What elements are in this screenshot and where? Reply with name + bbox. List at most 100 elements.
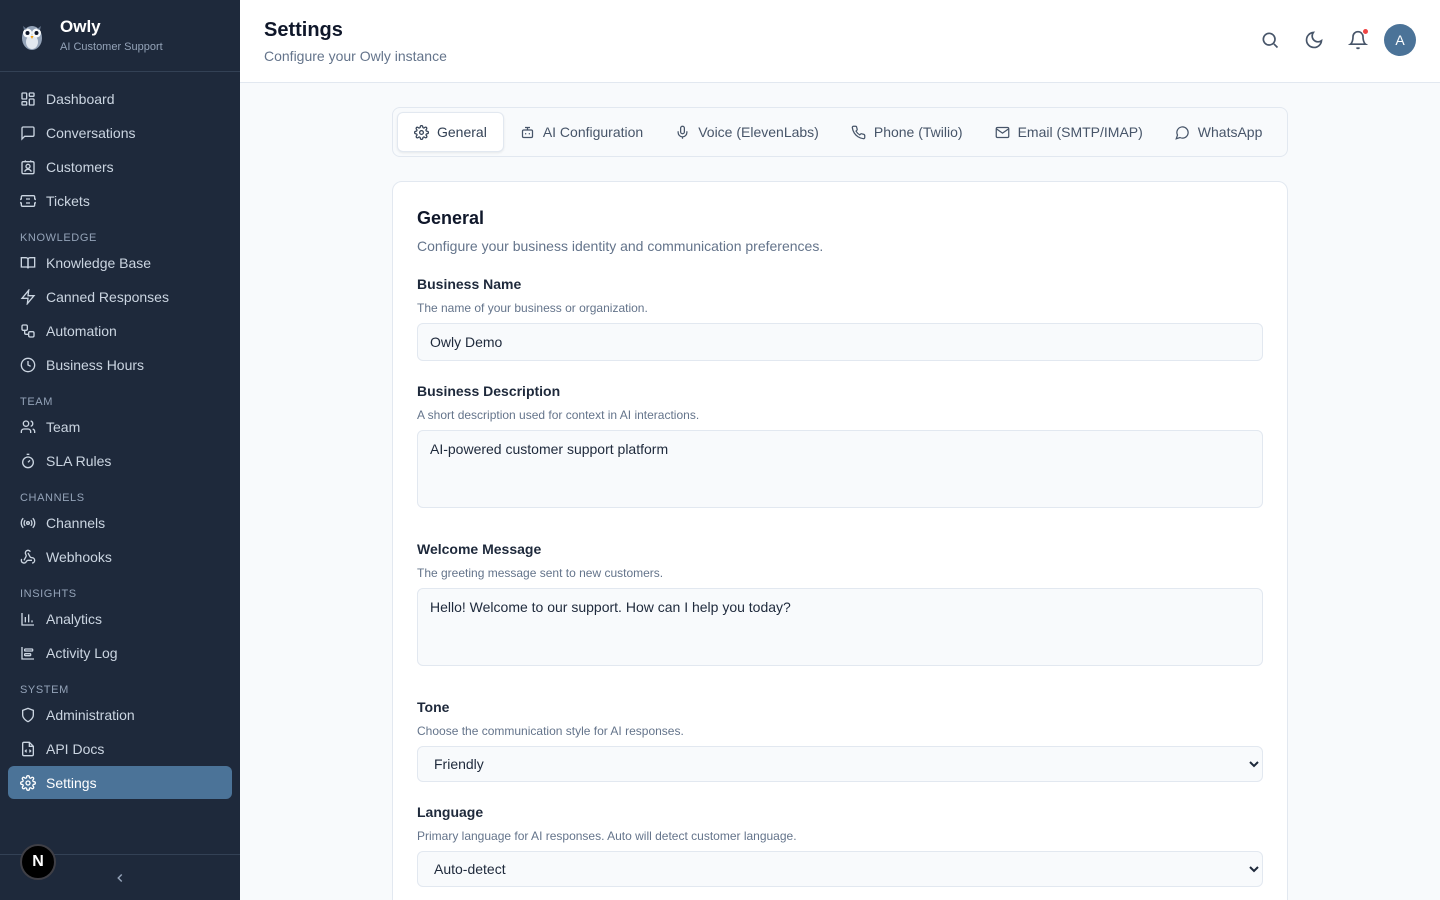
nextjs-badge-icon[interactable]: N bbox=[20, 844, 56, 880]
welcome-message-textarea[interactable]: Hello! Welcome to our support. How can I… bbox=[417, 588, 1263, 666]
sidebar-item-tickets[interactable]: Tickets bbox=[8, 184, 232, 217]
sidebar-item-dashboard[interactable]: Dashboard bbox=[8, 82, 232, 115]
sidebar-item-label: Canned Responses bbox=[46, 288, 169, 305]
sidebar-item-analytics[interactable]: Analytics bbox=[8, 602, 232, 635]
sidebar-item-administration[interactable]: Administration bbox=[8, 698, 232, 731]
tab-phone[interactable]: Phone (Twilio) bbox=[835, 112, 979, 152]
nav-section-team: TEAM bbox=[20, 396, 53, 408]
tone-select[interactable]: Friendly bbox=[417, 746, 1263, 782]
nav-section-knowledge: KNOWLEDGE bbox=[20, 232, 97, 244]
file-code-icon bbox=[22, 741, 34, 756]
sidebar-item-label: Channels bbox=[46, 514, 106, 531]
sidebar: Owly AI Customer Support Dashboard Conve… bbox=[0, 0, 240, 900]
nav-section-system: SYSTEM bbox=[20, 684, 69, 696]
timer-icon bbox=[22, 453, 34, 468]
field-label: Language bbox=[417, 804, 484, 820]
radio-icon bbox=[20, 517, 36, 528]
language-select[interactable]: Auto-detect bbox=[417, 851, 1263, 887]
general-settings-card: General Configure your business identity… bbox=[392, 181, 1288, 900]
notifications-button[interactable] bbox=[1342, 24, 1374, 56]
bolt-icon bbox=[20, 288, 36, 305]
sidebar-item-canned-responses[interactable]: Canned Responses bbox=[8, 280, 232, 313]
sidebar-item-label: Automation bbox=[46, 322, 117, 339]
tab-ai-configuration[interactable]: AI Configuration bbox=[504, 112, 659, 152]
sidebar-item-knowledge-base[interactable]: Knowledge Base bbox=[8, 246, 232, 279]
field-label: Business Name bbox=[417, 276, 522, 292]
sidebar-item-label: Business Hours bbox=[46, 356, 145, 373]
brand[interactable]: Owly AI Customer Support bbox=[0, 0, 240, 72]
tab-email[interactable]: Email (SMTP/IMAP) bbox=[979, 112, 1159, 152]
sidebar-item-label: Webhooks bbox=[46, 548, 112, 565]
sidebar-item-conversations[interactable]: Conversations bbox=[8, 116, 232, 149]
sidebar-item-label: SLA Rules bbox=[46, 452, 112, 469]
business-description-textarea[interactable]: AI-powered customer support platform bbox=[417, 430, 1263, 508]
sidebar-item-business-hours[interactable]: Business Hours bbox=[8, 348, 232, 381]
business-description-field: Business Description A short description… bbox=[417, 383, 1263, 513]
sidebar-item-label: API Docs bbox=[46, 740, 105, 757]
gear-icon bbox=[414, 124, 429, 140]
field-help: Primary language for AI responses. Auto … bbox=[417, 829, 797, 843]
shield-icon bbox=[22, 707, 34, 722]
nav-section-insights: INSIGHTS bbox=[20, 588, 77, 600]
field-help: The name of your business or organizatio… bbox=[417, 301, 648, 315]
owl-logo-icon bbox=[16, 20, 48, 52]
settings-main: General AI Configuration Voice (ElevenLa… bbox=[392, 107, 1288, 900]
business-name-input[interactable] bbox=[417, 323, 1263, 361]
sidebar-nav: Dashboard Conversations Customers Ticket… bbox=[0, 72, 240, 799]
sidebar-item-label: Customers bbox=[46, 158, 114, 175]
sidebar-item-team[interactable]: Team bbox=[8, 410, 232, 443]
sidebar-item-api-docs[interactable]: API Docs bbox=[8, 732, 232, 765]
section-description: Configure your business identity and com… bbox=[417, 238, 824, 254]
field-label: Business Description bbox=[417, 383, 561, 399]
sidebar-item-webhooks[interactable]: Webhooks bbox=[8, 540, 232, 573]
sidebar-item-label: Team bbox=[46, 418, 81, 435]
search-button[interactable] bbox=[1254, 24, 1286, 56]
chat-icon bbox=[21, 125, 35, 141]
business-name-field: Business Name The name of your business … bbox=[417, 276, 1263, 361]
tab-label: Email (SMTP/IMAP) bbox=[1017, 124, 1143, 140]
mail-icon bbox=[995, 126, 1009, 138]
nav-section-channels: CHANNELS bbox=[20, 492, 85, 504]
sidebar-item-label: Settings bbox=[46, 774, 97, 791]
tab-label: Voice (ElevenLabs) bbox=[698, 124, 819, 140]
tab-label: WhatsApp bbox=[1197, 124, 1263, 140]
field-help: The greeting message sent to new custome… bbox=[417, 566, 664, 580]
gear-icon bbox=[20, 774, 36, 791]
field-label: Welcome Message bbox=[417, 541, 542, 557]
ticket-icon bbox=[20, 194, 36, 207]
tab-label: Phone (Twilio) bbox=[873, 124, 963, 140]
sidebar-item-activity-log[interactable]: Activity Log bbox=[8, 636, 232, 669]
sidebar-item-automation[interactable]: Automation bbox=[8, 314, 232, 347]
sidebar-item-settings[interactable]: Settings bbox=[8, 766, 232, 799]
bar-chart-icon bbox=[21, 612, 34, 626]
sidebar-item-label: Conversations bbox=[46, 124, 136, 141]
bot-icon bbox=[521, 126, 533, 138]
tab-label: General bbox=[437, 124, 487, 140]
field-label: Tone bbox=[417, 699, 450, 715]
avatar[interactable]: A bbox=[1384, 24, 1416, 56]
clock-icon bbox=[20, 357, 36, 372]
tab-general[interactable]: General bbox=[397, 112, 504, 152]
header-actions: A bbox=[1242, 24, 1416, 56]
search-icon bbox=[1262, 32, 1279, 49]
dashboard-icon bbox=[21, 91, 35, 106]
sidebar-item-sla-rules[interactable]: SLA Rules bbox=[8, 444, 232, 477]
tone-field: Tone Choose the communication style for … bbox=[417, 699, 1263, 782]
sidebar-item-label: Tickets bbox=[46, 192, 90, 209]
sidebar-item-label: Dashboard bbox=[46, 90, 115, 107]
mic-icon bbox=[677, 125, 688, 139]
tab-label: AI Configuration bbox=[542, 124, 644, 140]
theme-toggle-button[interactable] bbox=[1298, 24, 1330, 56]
sidebar-item-customers[interactable]: Customers bbox=[8, 150, 232, 183]
sidebar-item-label: Analytics bbox=[46, 610, 103, 627]
field-help: A short description used for context in … bbox=[417, 408, 700, 422]
tab-whatsapp[interactable]: WhatsApp bbox=[1159, 112, 1279, 152]
tab-voice[interactable]: Voice (ElevenLabs) bbox=[659, 112, 835, 152]
brand-subtitle: AI Customer Support bbox=[60, 41, 163, 53]
phone-icon bbox=[851, 125, 866, 139]
sidebar-item-channels[interactable]: Channels bbox=[8, 506, 232, 539]
chevron-left-icon[interactable] bbox=[113, 871, 127, 885]
webhook-icon bbox=[20, 549, 36, 564]
users-icon bbox=[20, 419, 36, 433]
message-circle-icon bbox=[1175, 125, 1189, 140]
